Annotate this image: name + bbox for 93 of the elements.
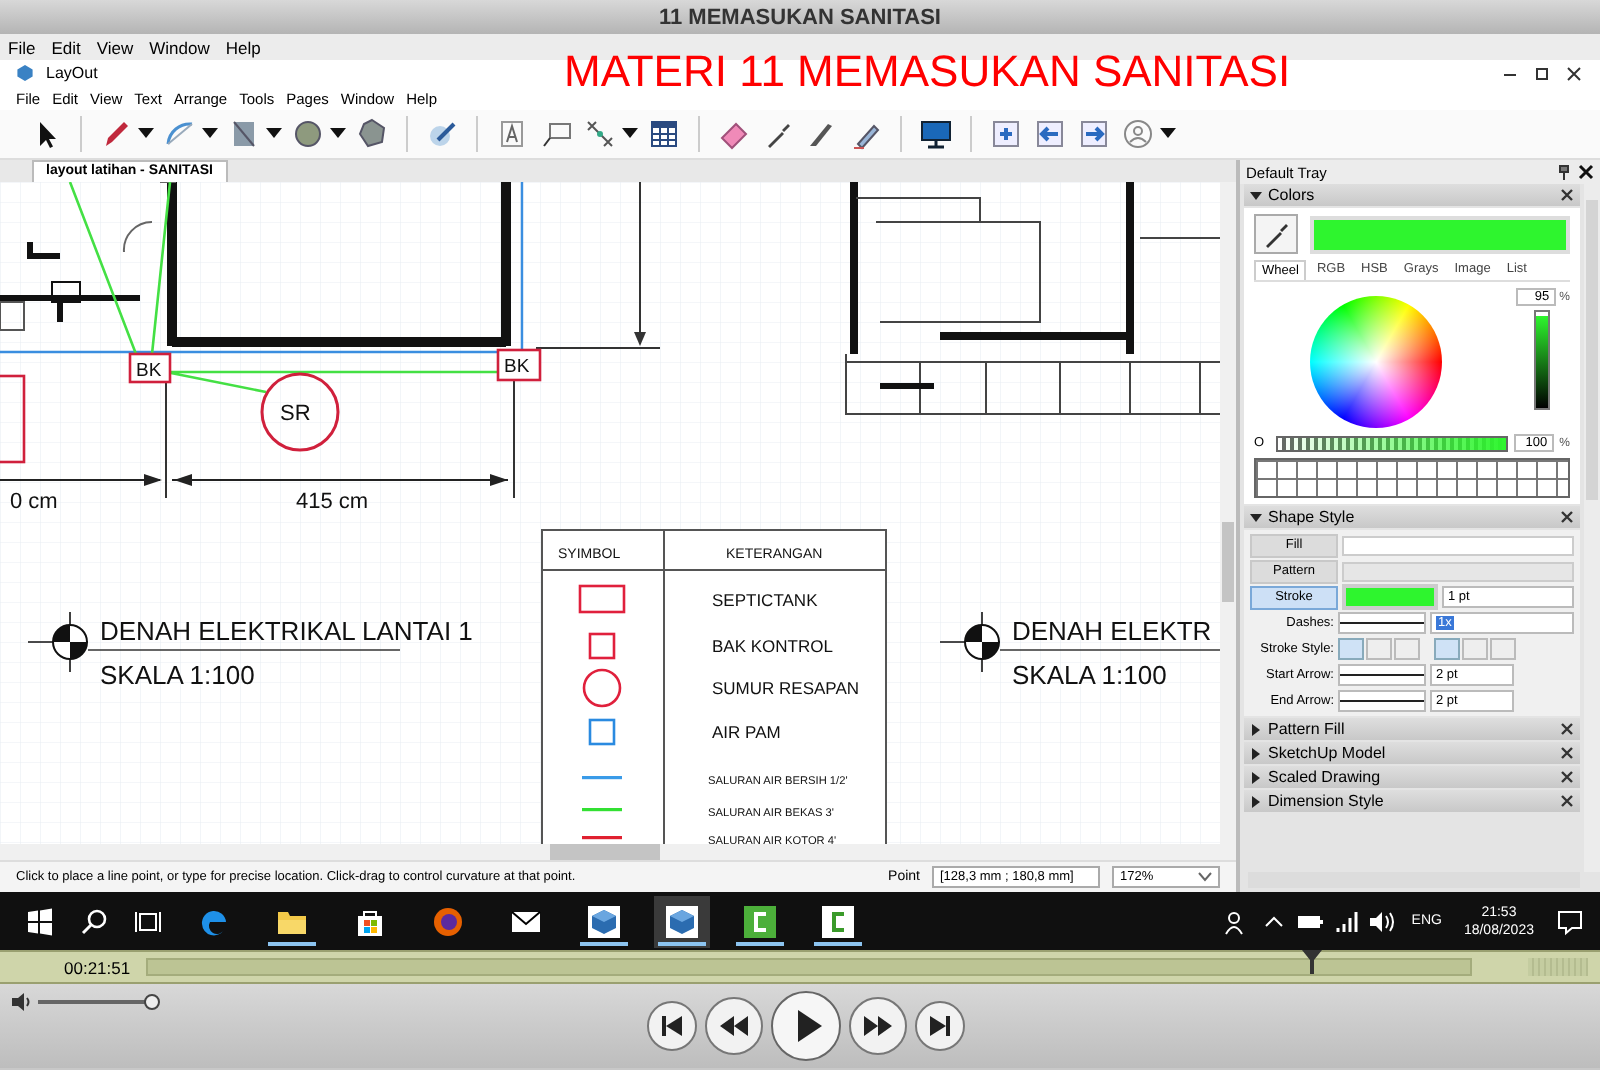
- legend-label: SUMUR RESAPAN: [712, 678, 860, 698]
- stroke-color-well[interactable]: [1342, 584, 1438, 610]
- dash-style-dropdown[interactable]: [1338, 612, 1426, 634]
- letter-c-icon: [742, 903, 778, 939]
- end-arrow-dropdown[interactable]: [1338, 690, 1426, 712]
- panel-header[interactable]: Pattern Fill: [1244, 718, 1580, 740]
- monitor-tool-icon[interactable]: [918, 116, 954, 152]
- volume-slider[interactable]: [38, 994, 158, 1010]
- caret-icon[interactable]: [266, 128, 282, 140]
- close-icon[interactable]: [1578, 164, 1594, 180]
- cube-icon: [586, 903, 622, 939]
- video-caption: MATERI 11 MEMASUKAN SANITASI: [564, 46, 1291, 98]
- vertical-scrollbar[interactable]: [1220, 182, 1236, 844]
- play-button[interactable]: [770, 990, 842, 1062]
- control-box-label: BK: [504, 356, 530, 378]
- menu-item[interactable]: Help: [225, 37, 261, 57]
- search-icon[interactable]: [78, 905, 110, 937]
- menu-item[interactable]: File: [8, 37, 36, 57]
- playback-time: 00:21:51: [64, 957, 131, 977]
- maximize-icon[interactable]: [1532, 63, 1552, 83]
- add-page-tool-icon[interactable]: [988, 116, 1024, 152]
- fast-forward-button[interactable]: [848, 996, 908, 1056]
- cube-icon: [664, 903, 700, 939]
- menu-item[interactable]: Window: [149, 37, 210, 57]
- caret-icon[interactable]: [1160, 128, 1176, 140]
- close-icon[interactable]: [1560, 794, 1574, 808]
- menu-item[interactable]: Edit: [51, 37, 81, 57]
- panel-header[interactable]: Shape Style: [1244, 506, 1580, 528]
- caret-icon[interactable]: [138, 128, 154, 140]
- legend-label: BAK KONTROL: [712, 636, 833, 656]
- caret-icon[interactable]: [622, 128, 638, 140]
- close-icon[interactable]: [1560, 746, 1574, 760]
- polygon-tool-icon[interactable]: [354, 116, 390, 152]
- playhead-marker[interactable]: [1301, 950, 1322, 974]
- well-label: SR: [280, 402, 311, 426]
- taskbar-app[interactable]: [654, 895, 710, 947]
- prev-page-tool-icon[interactable]: [1032, 116, 1068, 152]
- app-title: LayOut: [46, 64, 98, 82]
- letter-c-icon: [820, 903, 856, 939]
- player-title: 11 MEMASUKAN SANITASI: [659, 5, 941, 29]
- brightness-slider[interactable]: [1534, 310, 1551, 410]
- close-icon[interactable]: [1560, 770, 1574, 784]
- tray-scrollbar[interactable]: [1584, 184, 1600, 872]
- section-marker-icon: [27, 611, 89, 673]
- legend-label: SEPTICTANK: [712, 590, 818, 610]
- plan-scale: SKALA 1:100: [1012, 660, 1167, 690]
- close-icon[interactable]: [1560, 510, 1574, 524]
- caret-icon[interactable]: [330, 128, 346, 140]
- dimension-label: 0 cm: [10, 490, 58, 514]
- collapse-triangle-icon: [1250, 189, 1262, 201]
- start-arrow-dropdown[interactable]: [1338, 664, 1426, 686]
- fox-globe-icon: [430, 903, 466, 939]
- pin-icon[interactable]: [1556, 164, 1572, 180]
- skip-back-button[interactable]: [646, 1000, 698, 1052]
- plan-title: DENAH ELEKTRIKAL LANTAI 1: [100, 616, 473, 646]
- close-icon[interactable]: [1564, 63, 1584, 83]
- circle-tool-icon[interactable]: [290, 116, 326, 152]
- next-page-tool-icon[interactable]: [1076, 116, 1112, 152]
- chevron-icon: [1198, 871, 1212, 882]
- eyedropper-button[interactable]: [1254, 214, 1298, 254]
- caret-icon[interactable]: [202, 128, 218, 140]
- menu-item[interactable]: View: [96, 37, 134, 57]
- dimension-label: 415 cm: [296, 490, 369, 514]
- control-box-marker: [496, 348, 542, 382]
- horizontal-scrollbar[interactable]: [0, 844, 1236, 860]
- plan-title: DENAH ELEKTR: [1012, 616, 1212, 646]
- windows-start-icon[interactable]: [24, 905, 56, 937]
- section-marker-icon: [939, 611, 1001, 673]
- fill-color-well[interactable]: [1342, 535, 1574, 555]
- plan-scale: SKALA 1:100: [100, 660, 255, 690]
- skip-forward-button[interactable]: [914, 1000, 966, 1052]
- panel-header[interactable]: Colors: [1244, 184, 1580, 206]
- legend-label: AIR PAM: [712, 722, 781, 742]
- notification-icon[interactable]: [1556, 907, 1584, 935]
- table-tool-icon[interactable]: [646, 116, 682, 152]
- collapse-triangle-icon: [1250, 511, 1262, 523]
- rewind-button[interactable]: [704, 996, 764, 1056]
- network-icon[interactable]: [1333, 909, 1358, 933]
- close-icon[interactable]: [1560, 722, 1574, 736]
- panel-header[interactable]: Dimension Style: [1244, 790, 1580, 812]
- timeline-grip: [1528, 958, 1588, 976]
- panel-header[interactable]: Scaled Drawing: [1244, 766, 1580, 788]
- speaker-icon[interactable]: [1367, 909, 1396, 933]
- volume-thumb[interactable]: [144, 994, 160, 1010]
- dimension-tool-icon[interactable]: [582, 116, 618, 152]
- control-box-marker: [128, 352, 172, 384]
- panel-header[interactable]: SketchUp Model: [1244, 742, 1580, 764]
- color-swatch-grid[interactable]: [1254, 458, 1570, 498]
- control-box-label: BK: [136, 360, 162, 382]
- opacity-slider[interactable]: [1276, 435, 1508, 451]
- volume-icon[interactable]: [12, 992, 32, 1012]
- app-logo-icon: [16, 64, 34, 82]
- close-icon[interactable]: [1560, 188, 1574, 202]
